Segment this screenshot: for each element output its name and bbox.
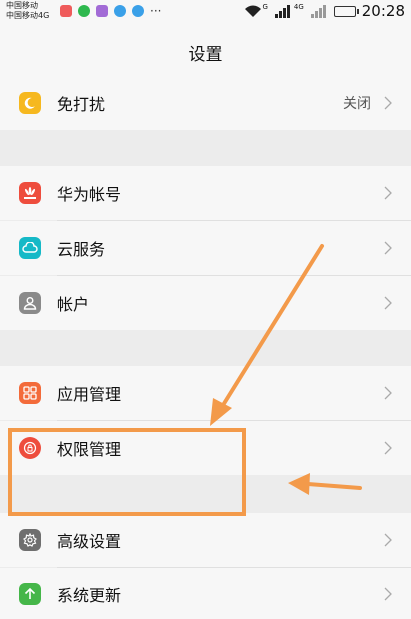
chevron-right-icon <box>384 296 392 310</box>
status-bar: 中国移动 中国移动4G ··· G 4G 20:28 <box>0 0 411 24</box>
wifi-icon <box>245 5 262 17</box>
apps-grid-icon <box>19 382 41 404</box>
page-title: 设置 <box>188 44 223 65</box>
settings-item-cloud-service[interactable]: 云服务 <box>0 221 411 275</box>
settings-item-advanced[interactable]: 高级设置 <box>0 513 411 567</box>
chevron-right-icon <box>384 386 392 400</box>
app-notification-icon <box>96 5 108 17</box>
chevron-right-icon <box>384 441 392 455</box>
more-notifications-icon: ··· <box>150 4 162 18</box>
moon-icon <box>19 92 41 114</box>
section-gap <box>0 130 411 166</box>
dnd-status-value: 关闭 <box>343 96 371 112</box>
baidu-notification-icon <box>114 5 126 17</box>
settings-item-do-not-disturb[interactable]: 免打扰 关闭 <box>0 76 411 130</box>
settings-item-label: 华为帐号 <box>57 185 122 204</box>
settings-item-app-management[interactable]: 应用管理 <box>0 366 411 420</box>
settings-item-label: 云服务 <box>57 240 106 259</box>
wechat-notification-icon <box>78 5 90 17</box>
person-icon <box>19 292 41 314</box>
settings-item-system-update[interactable]: 系统更新 <box>0 568 411 619</box>
signal-icon-2 <box>310 5 326 18</box>
chevron-right-icon <box>384 241 392 255</box>
chevron-right-icon <box>384 533 392 547</box>
settings-item-label: 免打扰 <box>57 95 106 114</box>
settings-item-accounts[interactable]: 帐户 <box>0 276 411 330</box>
baidu-notification-icon-2 <box>132 5 144 17</box>
battery-icon <box>333 5 359 17</box>
settings-item-label: 高级设置 <box>57 532 122 551</box>
carrier-info: 中国移动 中国移动4G <box>6 1 49 21</box>
mail-notification-icon <box>60 5 72 17</box>
notification-icons: ··· <box>60 5 161 17</box>
title-bar: 设置 <box>0 24 411 80</box>
chevron-right-icon <box>384 186 392 200</box>
carrier-line-2: 中国移动4G <box>6 11 50 20</box>
cloud-icon <box>19 237 41 259</box>
arrow-up-icon <box>19 582 41 605</box>
network-label-1: G <box>262 3 268 11</box>
settings-item-label: 系统更新 <box>57 585 122 605</box>
huawei-logo-icon <box>19 182 41 204</box>
settings-item-permission-management[interactable]: 权限管理 <box>0 421 411 475</box>
clock: 20:28 <box>361 2 405 20</box>
section-gap <box>0 330 411 366</box>
settings-item-huawei-account[interactable]: 华为帐号 <box>0 166 411 220</box>
section-gap <box>0 475 411 512</box>
network-label-2: 4G <box>293 3 304 11</box>
lock-shield-icon <box>19 437 41 459</box>
chevron-right-icon <box>384 587 392 600</box>
gear-icon <box>19 529 41 551</box>
settings-item-label: 应用管理 <box>57 385 122 404</box>
carrier-line-1: 中国移动 <box>6 1 38 10</box>
chevron-right-icon <box>384 96 392 110</box>
signal-icon-1 <box>274 5 290 18</box>
settings-item-label: 帐户 <box>57 295 90 314</box>
settings-item-label: 权限管理 <box>57 440 122 459</box>
system-icons: G 4G 20:28 <box>244 2 405 20</box>
